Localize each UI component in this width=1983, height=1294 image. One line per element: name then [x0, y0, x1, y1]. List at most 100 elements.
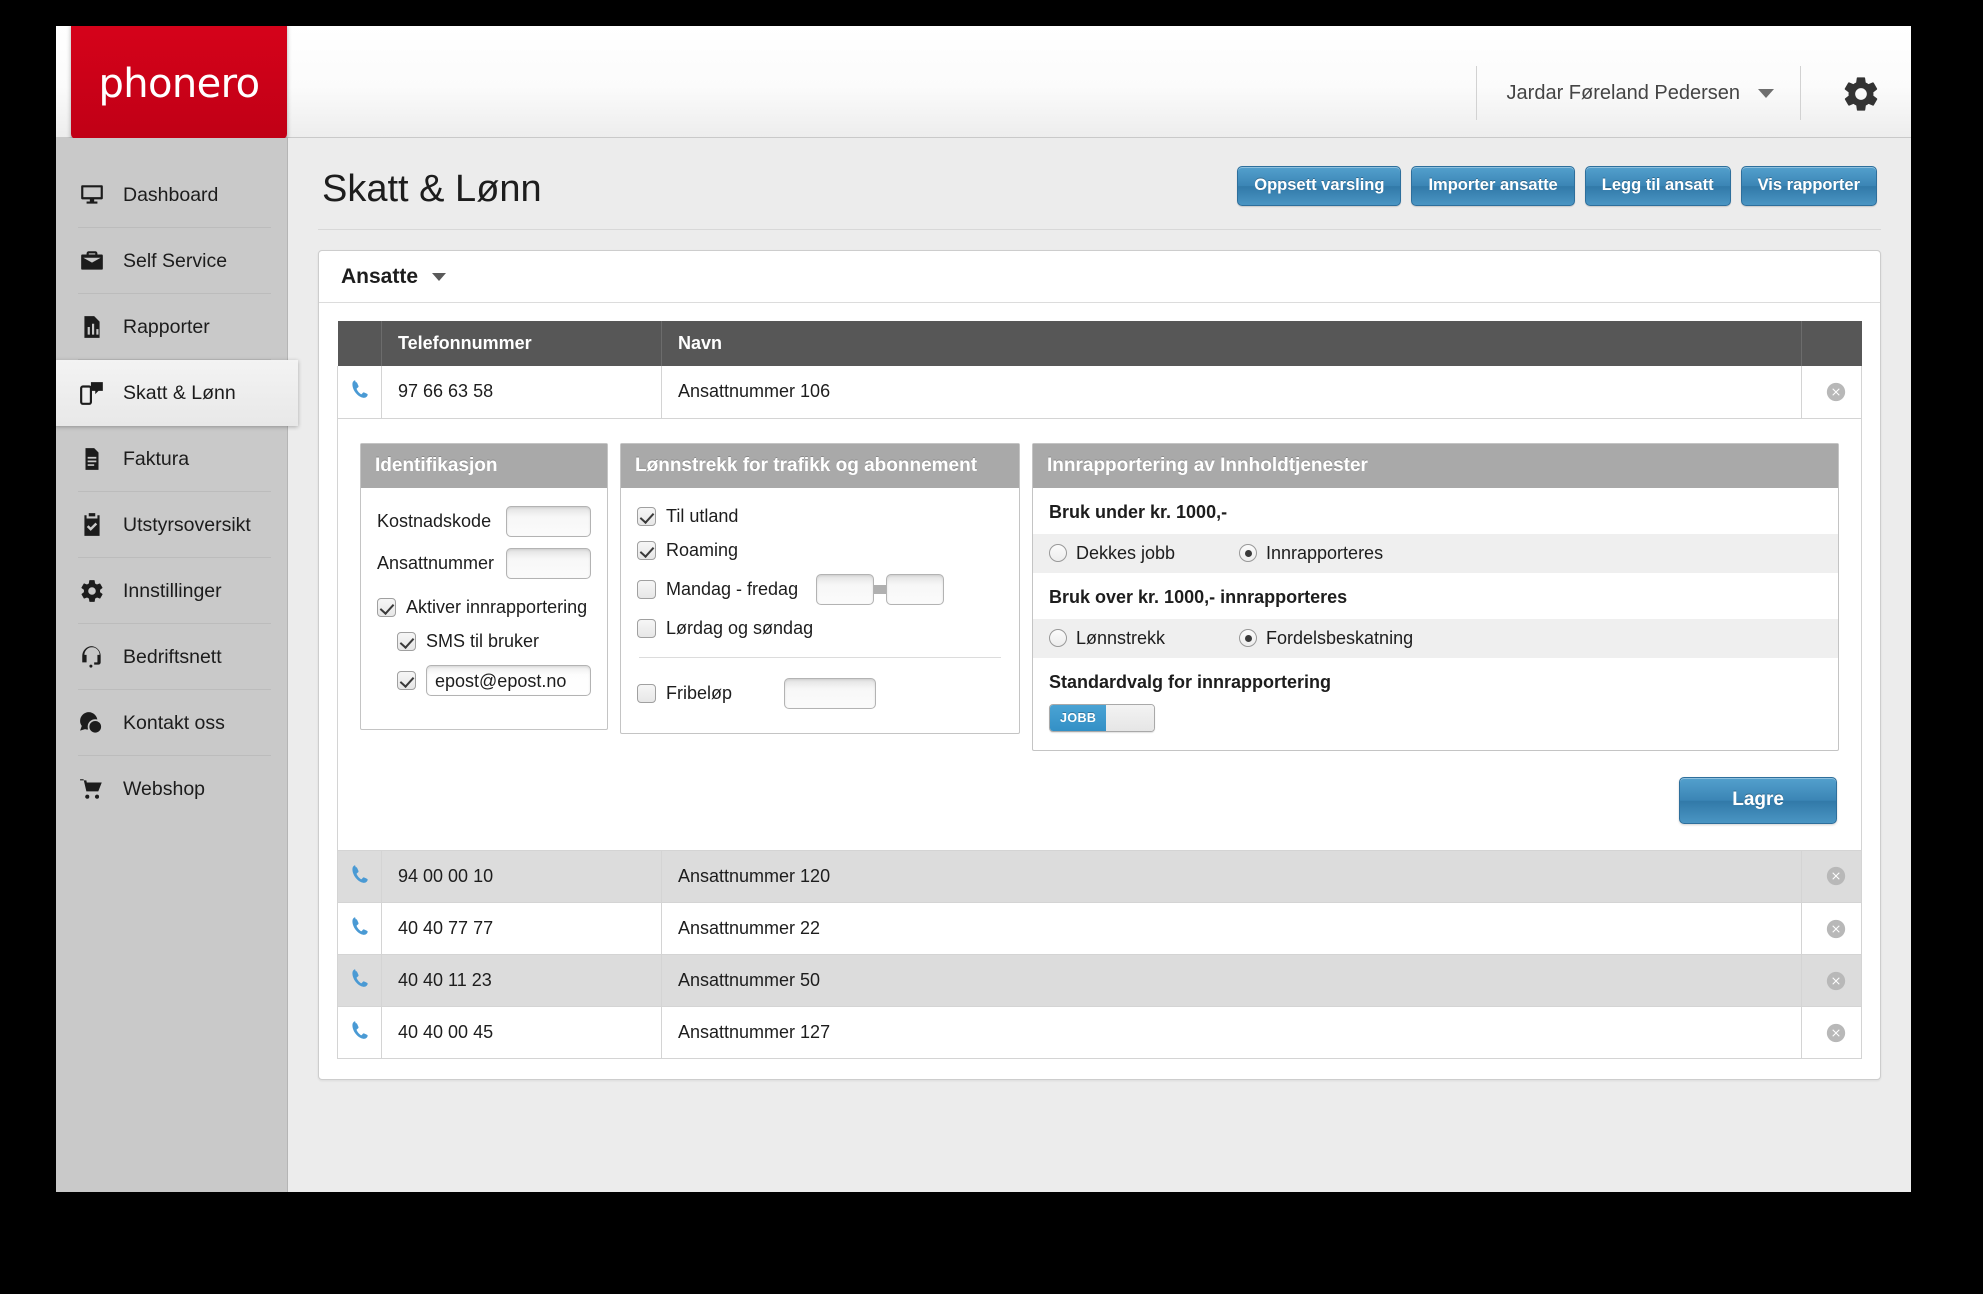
epost-row[interactable]: epost@epost.no [397, 664, 591, 696]
ansatte-panel-label: Ansatte [341, 264, 419, 288]
sidebar-item-self-service[interactable]: Self Service [56, 228, 287, 294]
fribelop-label: Fribeløp [666, 682, 733, 703]
til-utland-checkbox[interactable] [637, 506, 656, 526]
table-row[interactable]: 40 40 00 45 Ansattnummer 127 [337, 1006, 1862, 1059]
standardvalg-toggle-on-label: JOBB [1050, 704, 1107, 731]
fribelop-row[interactable]: Fribeløp [637, 677, 1003, 709]
innrapporteres-radio[interactable] [1239, 544, 1257, 562]
lonnstrekk-radio[interactable] [1049, 629, 1067, 647]
sidebar-item-rapporter[interactable]: Rapporter [56, 294, 287, 360]
sidebar-item-innstillinger[interactable]: Innstillinger [56, 558, 287, 624]
row-remove-cell[interactable] [1802, 1007, 1862, 1059]
app-window: phonero Jardar Føreland Pedersen Dashboa… [56, 26, 1911, 1192]
col-header-actions [1801, 321, 1862, 366]
top-bar: phonero Jardar Føreland Pedersen [56, 26, 1911, 139]
phone-icon [351, 864, 368, 883]
chevron-down-icon [432, 272, 447, 281]
sidebar-nav: Dashboard Self Service Rapporter Skatt &… [56, 138, 298, 822]
user-menu[interactable]: Jardar Føreland Pedersen [1475, 66, 1801, 120]
settings-gear-button[interactable] [1841, 74, 1881, 114]
importer-ansatte-button[interactable]: Importer ansatte [1411, 166, 1575, 206]
sidebar-item-label: Webshop [123, 777, 206, 800]
report-icon [78, 313, 106, 341]
ansatte-panel-toggle[interactable]: Ansatte [319, 251, 1880, 303]
lonnstrekk-option[interactable]: Lønnstrekk [1049, 628, 1239, 649]
phone-chat-icon [78, 379, 106, 407]
fordelsbeskatning-label: Fordelsbeskatning [1266, 627, 1414, 648]
lordag-sondag-label: Lørdag og søndag [666, 617, 814, 638]
table-body-rest: 94 00 00 10 Ansattnummer 120 40 40 77 77 [337, 850, 1862, 1059]
remove-circle-icon[interactable] [1825, 970, 1847, 992]
remove-circle-icon[interactable] [1825, 918, 1847, 940]
oppsett-varsling-button[interactable]: Oppsett varsling [1237, 166, 1402, 206]
roaming-row[interactable]: Roaming [637, 540, 1003, 561]
time-to-input[interactable] [886, 573, 945, 605]
bruk-under-1000-title: Bruk under kr. 1000,- [1049, 501, 1228, 522]
lordag-sondag-checkbox[interactable] [637, 618, 656, 638]
sms-til-bruker-checkbox[interactable] [397, 631, 416, 651]
main-content: Skatt & Lønn Oppsett varsling Importer a… [288, 138, 1911, 1192]
aktiver-innrapportering-checkbox[interactable] [377, 597, 396, 617]
mandag-fredag-label: Mandag - fredag [666, 578, 799, 599]
phone-icon [351, 969, 368, 987]
standardvalg-toggle[interactable]: JOBB [1049, 703, 1156, 732]
table-header-row: Telefonnummer Navn [337, 321, 1862, 366]
row-navn: Ansattnummer 120 [661, 850, 1802, 903]
remove-circle-icon[interactable] [1825, 381, 1847, 403]
til-utland-label: Til utland [666, 505, 739, 526]
lonnstrekk-card-body: Til utland Roaming Mandag - fredag Lørda… [621, 488, 1019, 733]
epost-input[interactable]: epost@epost.no [426, 664, 591, 696]
sidebar-item-faktura[interactable]: Faktura [56, 426, 287, 492]
vis-rapporter-button[interactable]: Vis rapporter [1740, 166, 1877, 206]
brand-logo[interactable]: phonero [71, 26, 287, 139]
sidebar-item-kontakt-oss[interactable]: Kontakt oss [56, 690, 287, 756]
remove-circle-icon[interactable] [1825, 1022, 1847, 1044]
sidebar-item-label: Innstillinger [123, 579, 222, 602]
time-from-input[interactable] [816, 573, 875, 605]
fribelop-input[interactable] [784, 677, 876, 709]
table-row[interactable]: 97 66 63 58 Ansattnummer 106 [337, 366, 1862, 418]
table-row[interactable]: 40 40 11 23 Ansattnummer 50 [337, 954, 1862, 1007]
lagre-button[interactable]: Lagre [1679, 776, 1837, 824]
sidebar-item-label: Self Service [123, 249, 228, 272]
sms-til-bruker-row[interactable]: SMS til bruker [397, 631, 591, 652]
row-remove-cell[interactable] [1802, 851, 1862, 903]
mandag-fredag-checkbox[interactable] [637, 579, 656, 599]
lordag-sondag-row[interactable]: Lørdag og søndag [637, 618, 1003, 639]
fordelsbeskatning-option[interactable]: Fordelsbeskatning [1239, 628, 1413, 649]
sidebar-item-label: Dashboard [123, 183, 219, 206]
sidebar-item-utstyrsoversikt[interactable]: Utstyrsoversikt [56, 492, 287, 558]
table-row[interactable]: 40 40 77 77 Ansattnummer 22 [337, 902, 1862, 955]
standardvalg-toggle-off-segment[interactable] [1106, 704, 1155, 731]
row-telefonnummer: 40 40 00 45 [381, 1006, 662, 1059]
sidebar-item-skatt-lonn[interactable]: Skatt & Lønn [56, 360, 298, 426]
sidebar-item-dashboard[interactable]: Dashboard [56, 162, 287, 228]
mandag-fredag-row[interactable]: Mandag - fredag [637, 573, 1003, 605]
aktiver-innrapportering-row[interactable]: Aktiver innrapportering [377, 597, 591, 618]
table-row[interactable]: 94 00 00 10 Ansattnummer 120 [337, 850, 1862, 903]
til-utland-row[interactable]: Til utland [637, 506, 1003, 527]
fordelsbeskatning-radio[interactable] [1239, 629, 1257, 647]
roaming-checkbox[interactable] [637, 540, 656, 560]
epost-checkbox[interactable] [397, 670, 416, 690]
fribelop-checkbox[interactable] [637, 683, 656, 703]
legg-til-ansatt-button[interactable]: Legg til ansatt [1584, 166, 1731, 206]
kostnadskode-input[interactable] [506, 505, 591, 537]
row-remove-cell[interactable] [1802, 366, 1862, 418]
dekkes-jobb-option[interactable]: Dekkes jobb [1049, 543, 1239, 564]
sidebar-item-bedriftsnett[interactable]: Bedriftsnett [56, 624, 287, 690]
row-navn: Ansattnummer 106 [661, 366, 1802, 418]
dekkes-jobb-radio[interactable] [1049, 544, 1067, 562]
row-remove-cell[interactable] [1802, 955, 1862, 1007]
employee-detail: Identifikasjon Kostnadskode Ansattnummer [337, 418, 1862, 851]
document-icon [78, 445, 106, 473]
brand-logo-text: phonero [98, 60, 260, 107]
innrapporteres-option[interactable]: Innrapporteres [1239, 543, 1383, 564]
ansattnummer-input[interactable] [506, 547, 591, 579]
bruk-over-1000-title: Bruk over kr. 1000,- innrapporteres [1049, 586, 1348, 607]
remove-circle-icon[interactable] [1825, 865, 1847, 887]
row-phone-icon-cell [337, 954, 382, 1007]
lonnstrekk-card-title: Lønnstrekk for trafikk og abonnement [621, 443, 1019, 488]
row-remove-cell[interactable] [1802, 903, 1862, 955]
sidebar-item-webshop[interactable]: Webshop [56, 756, 287, 822]
